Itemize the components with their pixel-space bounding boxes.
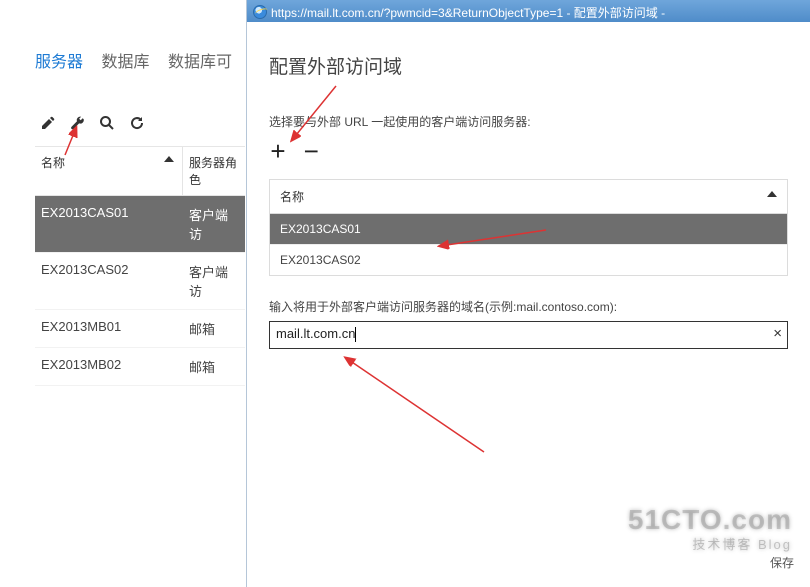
save-link[interactable]: 保存 <box>770 554 794 571</box>
table-row[interactable]: EX2013MB02邮箱 <box>35 348 245 386</box>
col-header-name-label: 名称 <box>41 156 65 170</box>
toolbar <box>35 82 245 146</box>
domain-input[interactable]: mail.lt.com.cn <box>269 321 788 349</box>
domain-input-wrap: mail.lt.com.cn × <box>269 321 788 349</box>
dialog-external-domain: https://mail.lt.com.cn/?pwmcid=3&ReturnO… <box>246 0 810 587</box>
domain-label: 输入将用于外部客户端访问服务器的域名(示例:mail.contoso.com): <box>269 298 788 315</box>
dialog-title: 配置外部访问域 <box>269 52 788 79</box>
left-pane: 服务器 数据库 数据库可 名称 服务器角色 EX2013CAS01客户端访EX2… <box>0 0 245 587</box>
cell-name: EX2013CAS01 <box>35 196 183 252</box>
grid-header: 名称 服务器角色 <box>35 146 245 196</box>
clear-input-icon[interactable]: × <box>773 325 782 342</box>
cell-role: 客户端访 <box>183 196 245 252</box>
cell-name: EX2013CAS02 <box>35 253 183 309</box>
tab-db-avail[interactable]: 数据库可 <box>168 54 232 71</box>
tab-servers[interactable]: 服务器 <box>35 54 83 71</box>
dialog-url: https://mail.lt.com.cn/?pwmcid=3&ReturnO… <box>271 4 665 21</box>
text-cursor-icon <box>355 327 356 342</box>
table-row[interactable]: EX2013CAS01客户端访 <box>35 196 245 253</box>
col-header-name[interactable]: 名称 <box>35 147 183 195</box>
search-icon[interactable] <box>94 112 120 134</box>
table-row[interactable]: EX2013MB01邮箱 <box>35 310 245 348</box>
tab-db[interactable]: 数据库 <box>101 54 149 71</box>
dialog-titlebar: https://mail.lt.com.cn/?pwmcid=3&ReturnO… <box>247 0 810 22</box>
plusminus-row: + − <box>267 136 788 167</box>
instruction-label: 选择要与外部 URL 一起使用的客户端访问服务器: <box>269 113 788 130</box>
list-item[interactable]: EX2013CAS01 <box>270 214 787 245</box>
cell-role: 邮箱 <box>183 348 245 385</box>
table-row[interactable]: EX2013CAS02客户端访 <box>35 253 245 310</box>
domain-input-value: mail.lt.com.cn <box>276 326 355 341</box>
cell-role: 客户端访 <box>183 253 245 309</box>
sort-asc-icon <box>767 191 777 197</box>
sort-asc-icon <box>164 156 174 162</box>
remove-button[interactable]: − <box>300 136 324 167</box>
inner-table: 名称 EX2013CAS01EX2013CAS02 <box>269 179 788 276</box>
cell-name: EX2013MB02 <box>35 348 183 385</box>
inner-col-header[interactable]: 名称 <box>270 180 787 214</box>
list-item[interactable]: EX2013CAS02 <box>270 245 787 275</box>
add-button[interactable]: + <box>267 136 291 167</box>
refresh-icon[interactable] <box>124 112 150 134</box>
cell-role: 邮箱 <box>183 310 245 347</box>
tabs-row: 服务器 数据库 数据库可 <box>35 0 245 82</box>
edit-icon[interactable] <box>35 112 61 134</box>
col-header-role[interactable]: 服务器角色 <box>183 147 245 195</box>
ie-icon <box>253 5 267 19</box>
cell-name: EX2013MB01 <box>35 310 183 347</box>
inner-col-header-label: 名称 <box>280 190 304 204</box>
wrench-icon[interactable] <box>65 112 91 134</box>
